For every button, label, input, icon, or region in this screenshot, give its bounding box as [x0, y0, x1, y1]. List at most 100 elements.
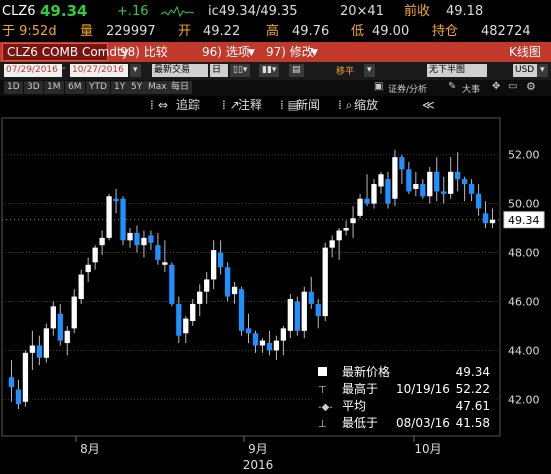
last-trade-select[interactable]: 最新交易	[152, 64, 208, 77]
candle-body	[15, 389, 22, 405]
edit-dropdown-icon[interactable]: ▼	[307, 45, 322, 61]
candle-body	[50, 306, 56, 329]
candle-body	[92, 247, 98, 263]
candle-icon[interactable]: ▮▮▾	[259, 64, 280, 77]
candle-body	[420, 184, 426, 197]
legend-value: 52.22	[456, 382, 490, 396]
candle-body	[427, 171, 433, 197]
range-6m[interactable]: 6M	[65, 81, 85, 94]
moving-avg-label[interactable]: 移平	[336, 64, 354, 77]
volume-value: 229997	[106, 24, 156, 39]
zoom-icon[interactable]: ⁞ ⌕	[338, 97, 352, 113]
settings-icon[interactable]: ⚙	[526, 80, 536, 93]
annotate-button[interactable]: 注释	[238, 97, 262, 113]
calendar-icon[interactable]: ▾	[130, 64, 141, 77]
currency-select[interactable]: USD	[513, 64, 537, 77]
x-tick-label: 10月	[414, 442, 441, 456]
table-icon[interactable]: ▤	[289, 64, 304, 77]
start-date-input[interactable]: 07/29/2016	[4, 64, 62, 77]
candle-body	[57, 313, 63, 341]
collapse-icon[interactable]: ≪	[422, 97, 435, 113]
news-icon[interactable]: ✎	[448, 81, 456, 92]
quote-line-2: 于 9:52d 量 229997 开 49.22 高 49.76 低 49.00…	[0, 22, 551, 42]
date-toolbar: 07/29/2016 - 10/27/2016 ▾ 最新交易 日 ▯▯▾ ▮▮▾…	[0, 62, 551, 80]
candle-body	[99, 237, 105, 246]
news-button[interactable]: 新闻	[296, 97, 320, 113]
range-1d[interactable]: 1D	[4, 81, 23, 94]
function-toolbar: CLZ6 COMB Comdty 98) 比较 96) 选项 ▼ 97) 修改 …	[0, 42, 551, 62]
candle-body	[134, 232, 140, 246]
chart-title: K线图	[509, 45, 541, 59]
candle-body	[238, 289, 245, 331]
security-icon[interactable]: ▣	[374, 81, 383, 92]
chart-legend: 最新价格 49.34 ⊤ 最高于 10/19/16 52.22 -◆- 平均 47.61 ⊥ 最低于…	[314, 362, 496, 432]
security-input[interactable]: CLZ6 COMB Comdty	[2, 43, 129, 61]
candle-body	[211, 250, 217, 280]
events-button[interactable]: 大事	[462, 82, 480, 95]
last-price: 49.34	[40, 2, 88, 20]
track-icon[interactable]: ⇔	[158, 97, 168, 113]
candle-body	[85, 264, 91, 273]
candle-body	[482, 213, 489, 224]
prev-close-value: 49.18	[446, 4, 484, 19]
candle-body	[301, 291, 307, 331]
candle-body	[434, 171, 440, 192]
candle-body	[22, 352, 29, 402]
candle-body	[308, 291, 314, 304]
options-dropdown-icon[interactable]: ▼	[244, 45, 259, 61]
x-tick-label: 8月	[80, 442, 100, 456]
candle-body	[43, 328, 49, 358]
range-max[interactable]: Max	[145, 81, 170, 94]
range-1y[interactable]: 1Y	[111, 81, 129, 94]
volume-label: 量	[80, 24, 94, 39]
legend-label: 最新价格	[342, 364, 390, 379]
y-tick-label: 50.00	[508, 198, 540, 211]
compare-button[interactable]: 98) 比较	[116, 44, 172, 60]
y-tick-label: 44.00	[508, 344, 540, 357]
candle-body	[197, 291, 203, 304]
candle-body	[71, 296, 77, 329]
candle-body	[273, 340, 280, 351]
candle-body	[455, 171, 461, 180]
security-analysis-button[interactable]: 证券/分析	[388, 82, 427, 95]
range-1m[interactable]: 1M	[44, 81, 64, 94]
x-tick-label: 9月	[248, 442, 268, 456]
x-year-label: 2016	[243, 458, 274, 472]
crosshair-icon[interactable]: ✥	[492, 81, 500, 92]
last-price-swatch	[318, 367, 327, 376]
legend-label: 平均	[342, 399, 366, 413]
y-axis: 42.00 44.00 46.00 48.00 50.00 52.00 49.34	[503, 149, 545, 406]
open-value: 49.22	[203, 24, 241, 39]
candle-body	[322, 247, 328, 317]
candle-body	[245, 328, 252, 334]
moving-avg-dropdown-icon[interactable]: ▾	[364, 64, 375, 77]
range-5y[interactable]: 5Y	[128, 81, 146, 94]
range-3d[interactable]: 3D	[24, 81, 43, 94]
track-button[interactable]: 追踪	[176, 97, 200, 113]
candle-body	[461, 179, 468, 185]
candle-body	[217, 252, 224, 268]
quote-time: 于 9:52d	[2, 24, 57, 39]
range-ytd[interactable]: YTD	[86, 81, 110, 94]
candle-body	[280, 328, 287, 341]
period-select[interactable]: 日	[210, 64, 228, 77]
currency-dropdown-icon[interactable]: ▾	[537, 64, 548, 77]
candle-body	[204, 279, 210, 292]
candle-body	[399, 157, 405, 170]
legend-date: 08/03/16	[396, 416, 450, 430]
end-date-input[interactable]: 10/27/2016	[70, 64, 128, 77]
candle-body	[36, 345, 43, 358]
candle-body	[259, 340, 266, 346]
zoom-button[interactable]: 缩放	[354, 97, 378, 113]
candle-body	[155, 245, 161, 260]
cursor-icon[interactable]: ⁞	[150, 97, 154, 113]
chart-type-icon[interactable]: ▯▯▾	[230, 64, 251, 77]
print-icon[interactable]: ▭	[508, 81, 517, 92]
sparkline-icon	[160, 5, 195, 18]
legend-marker-icon: ⊤	[318, 385, 327, 396]
lower-chart-select[interactable]: 无下半图	[427, 64, 487, 77]
prev-close-label: 前收	[404, 4, 431, 19]
legend-label: 最低于	[342, 416, 378, 430]
frequency-select[interactable]: 每日	[168, 81, 193, 94]
price-chart[interactable]: 42.00 44.00 46.00 48.00 50.00 52.00 49.34 8月 9月…	[0, 114, 551, 474]
